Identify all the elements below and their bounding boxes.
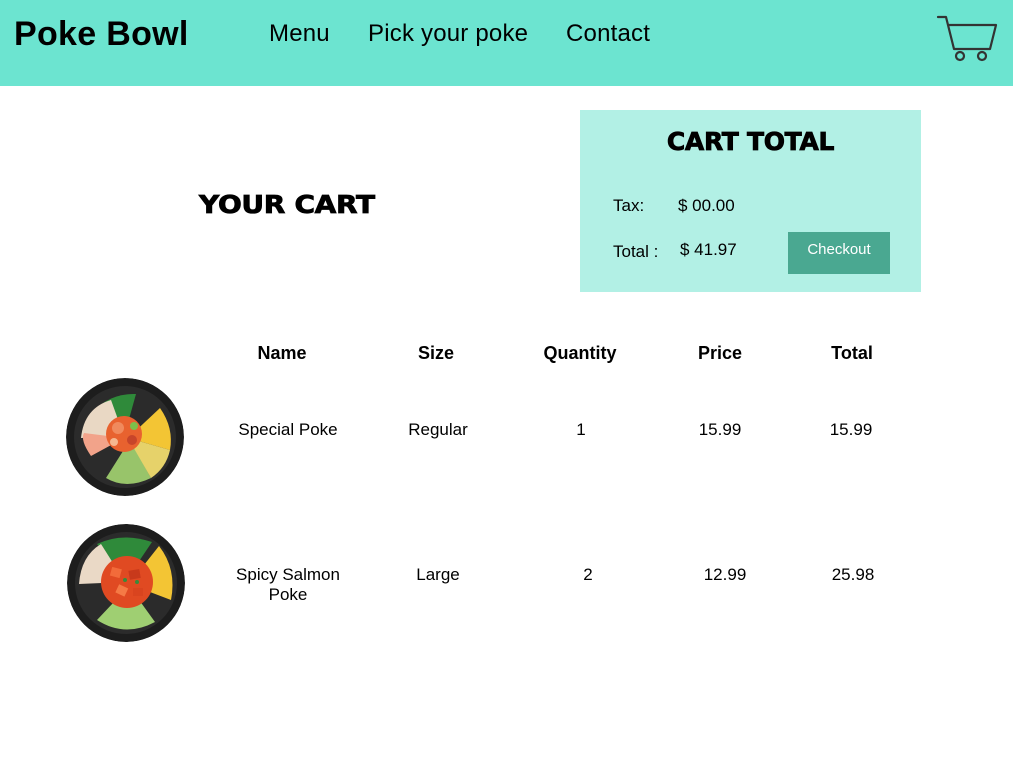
tax-value: $ 00.00 <box>678 196 735 215</box>
column-header-quantity: Quantity <box>543 343 617 363</box>
column-header-price: Price <box>697 343 743 363</box>
checkout-button[interactable]: Checkout <box>788 232 890 274</box>
column-header-name: Name <box>257 343 307 363</box>
page-title: YOUR CART <box>199 190 376 220</box>
nav-menu[interactable]: Menu <box>269 20 330 48</box>
column-header-size: Size <box>417 343 455 363</box>
tax-label: Tax: <box>613 196 645 215</box>
nav-pick-your-poke[interactable]: Pick your poke <box>368 20 528 48</box>
poke-bowl-image <box>66 378 184 496</box>
total-value: $ 41.97 <box>680 240 737 259</box>
cart-item-total: 25.98 <box>831 565 875 584</box>
nav-contact[interactable]: Contact <box>566 20 650 48</box>
cart-item-name: Spicy Salmon Poke <box>236 565 340 604</box>
cart-item-size: Regular <box>408 420 468 439</box>
brand-logo[interactable]: Poke Bowl <box>14 15 189 54</box>
cart-item-total: 15.99 <box>829 420 873 439</box>
total-label: Total : <box>613 242 659 261</box>
cart-item-name: Special Poke <box>238 420 338 439</box>
cart-item-size: Large <box>416 565 460 584</box>
cart-summary-title: CART TOTAL <box>666 127 835 157</box>
site-header: Poke Bowl Menu Pick your poke Contact <box>0 0 1013 86</box>
salmon-poke-bowl-image <box>67 524 185 642</box>
cart-item-quantity[interactable]: 1 <box>576 420 585 440</box>
column-header-total: Total <box>831 343 873 363</box>
cart-item-price: 15.99 <box>698 420 742 439</box>
cart-summary-panel: CART TOTAL Tax: $ 00.00 Total : $ 41.97 … <box>580 110 921 292</box>
cart-item-quantity[interactable]: 2 <box>583 565 592 585</box>
shopping-cart-icon[interactable] <box>936 14 998 64</box>
cart-item-price: 12.99 <box>703 565 747 584</box>
